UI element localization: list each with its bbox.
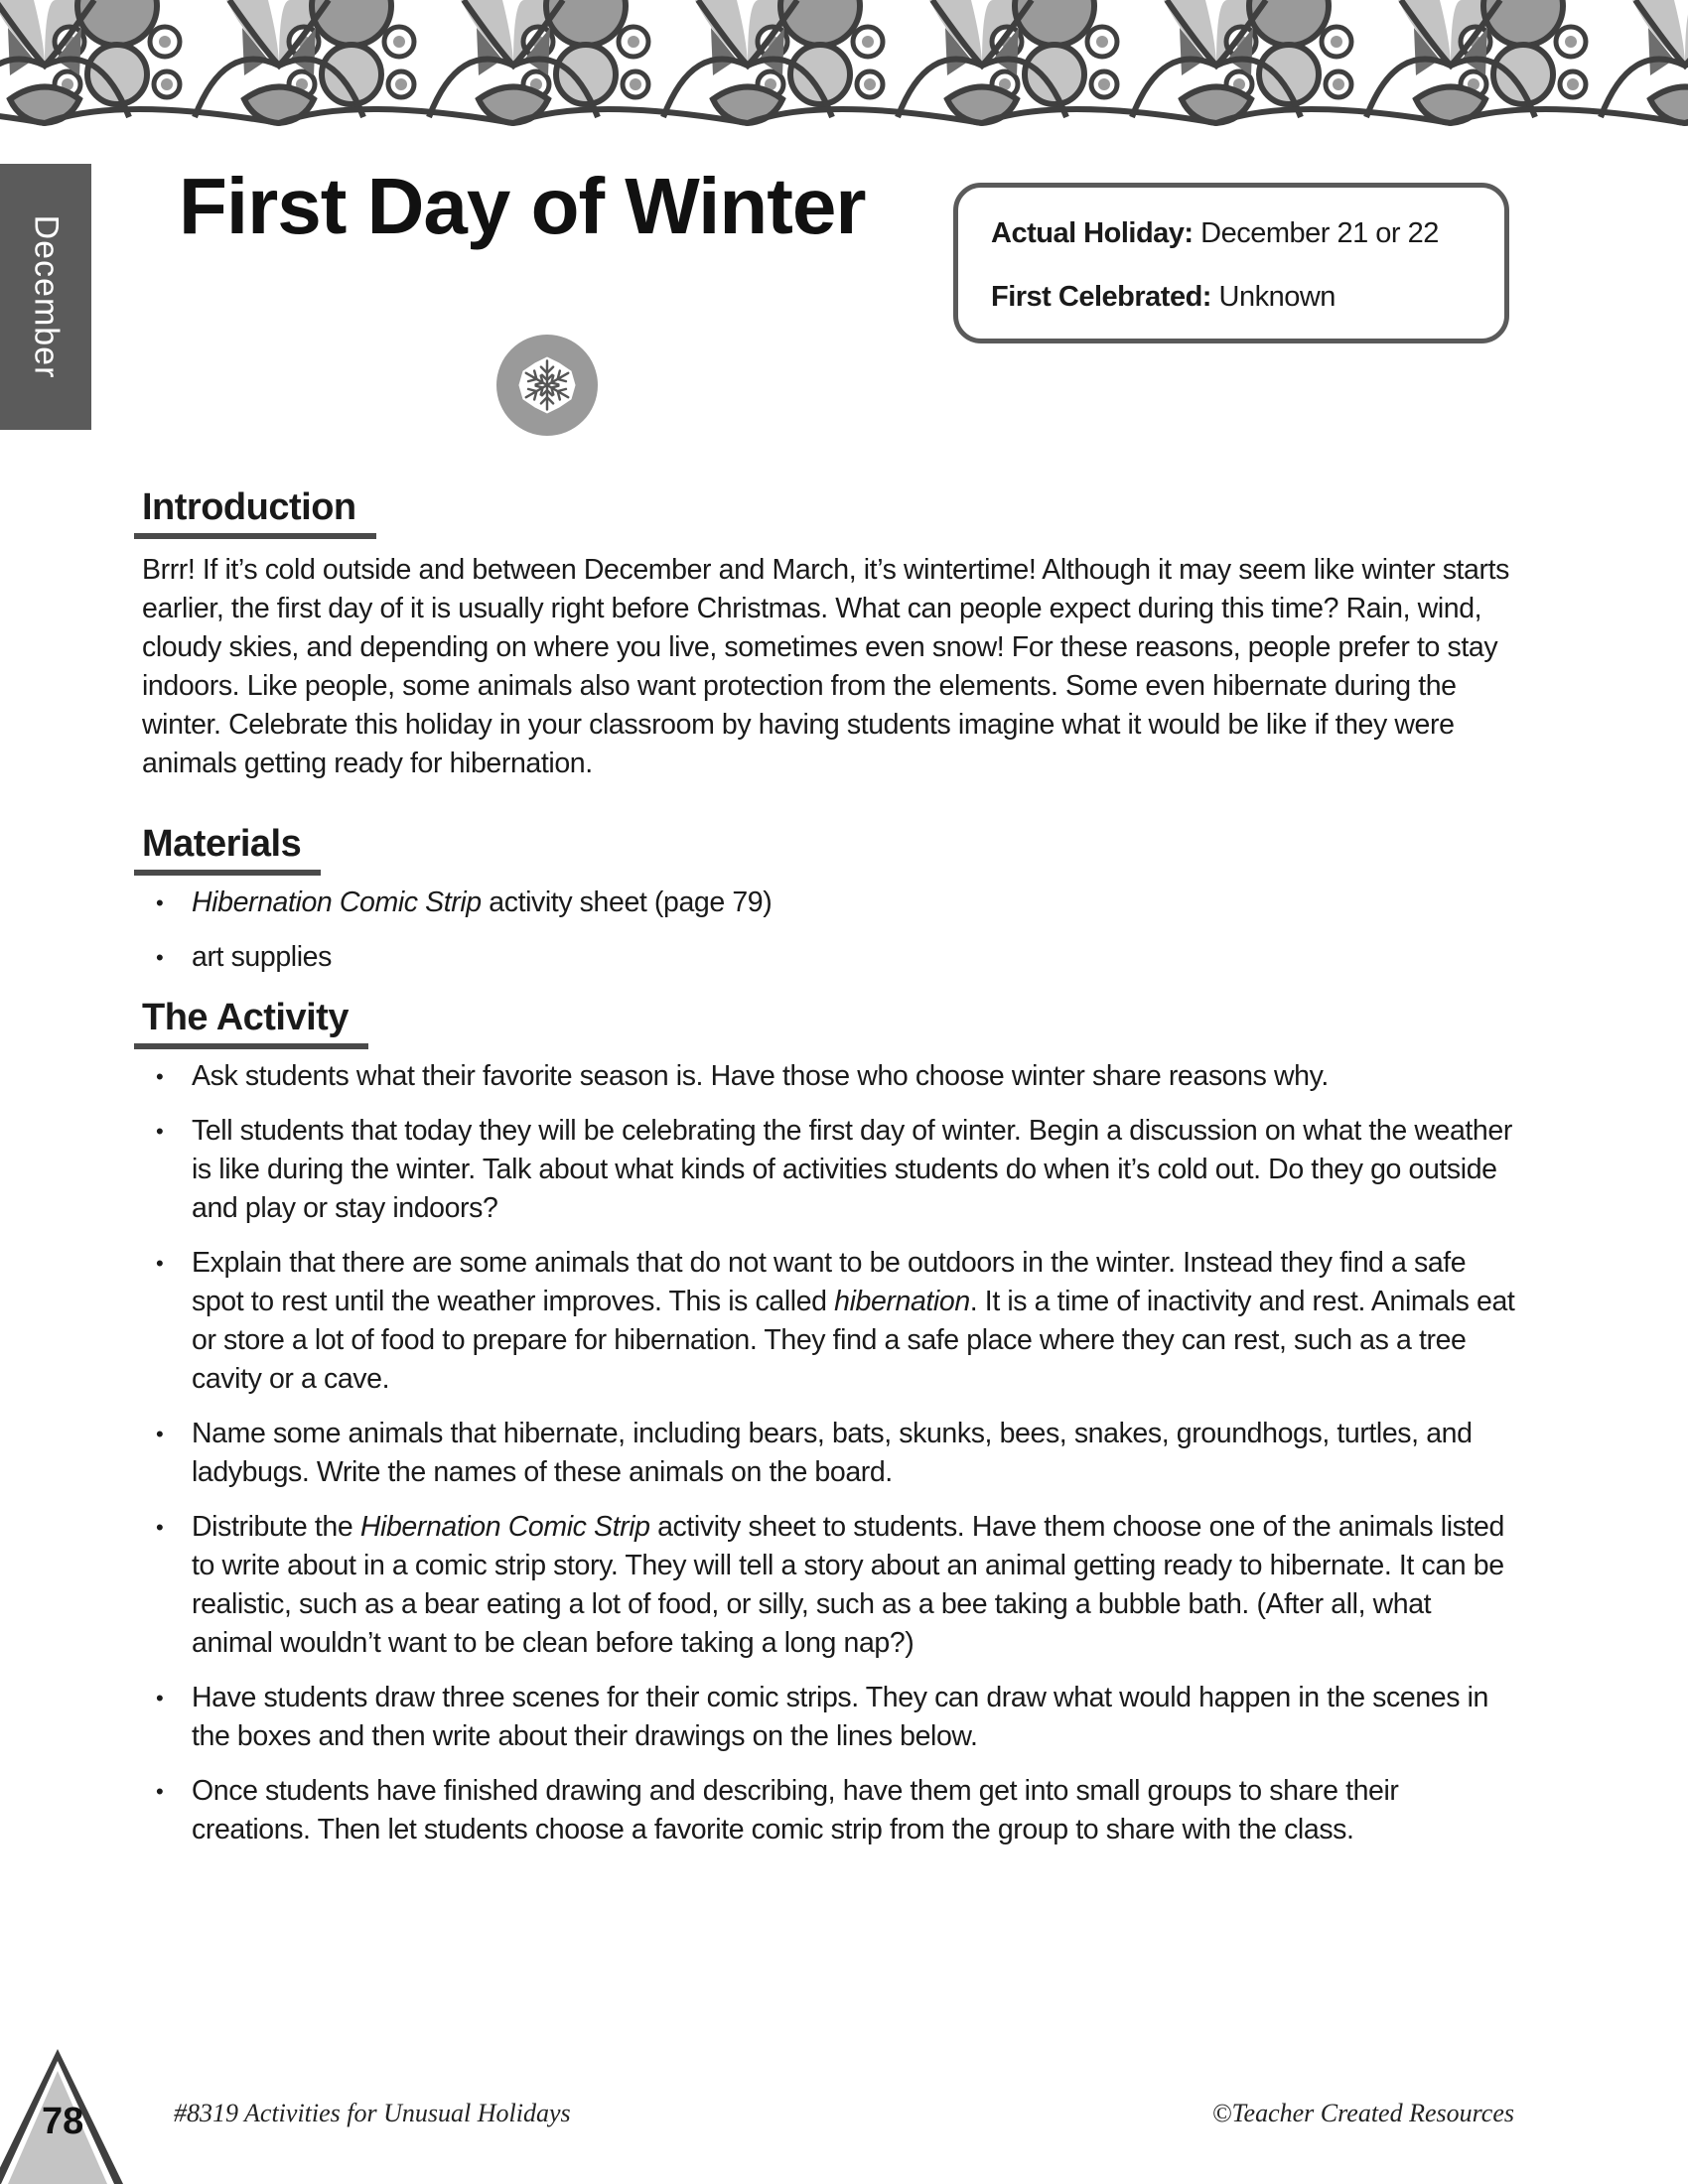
activity-step-text: Have students draw three scenes for thei… [192,1682,1488,1752]
activity-step-text: Once students have finished drawing and … [192,1775,1399,1845]
activity-section: The Activity Ask students what their fav… [134,997,1517,1849]
materials-item-text: art supplies [192,941,332,973]
first-celebrated-line: First Celebrated: Unknown [991,281,1336,314]
main-content: Introduction Brrr! If it’s cold outside … [133,486,1517,1865]
book-title: #8319 Activities for Unusual Holidays [174,2099,571,2127]
materials-heading: Materials [133,823,322,876]
activity-step: Name some animals that hibernate, includ… [142,1415,1517,1492]
introduction-text: Brrr! If it’s cold outside and between D… [142,554,1509,779]
activity-step: Ask students what their favorite season … [142,1057,1517,1096]
introduction-section: Introduction Brrr! If it’s cold outside … [134,486,1517,783]
introduction-heading: Introduction [134,486,376,539]
holiday-info-box: Actual Holiday: December 21 or 22 First … [953,183,1509,343]
month-tab: December [0,164,91,430]
decorative-border [0,0,1688,127]
materials-item-title: Hibernation Comic Strip [192,887,482,918]
copyright: ©Teacher Created Resources [1211,2099,1514,2127]
activity-step-text: Distribute the [192,1511,360,1543]
page-title: First Day of Winter [179,162,866,250]
actual-holiday-value: December 21 or 22 [1200,217,1439,249]
first-celebrated-value: Unknown [1218,281,1336,313]
activity-step-text: Name some animals that hibernate, includ… [192,1418,1473,1488]
activity-step: Explain that there are some animals that… [142,1244,1517,1399]
activity-step: Tell students that today they will be ce… [142,1112,1517,1228]
activity-list: Ask students what their favorite season … [142,1057,1517,1849]
materials-item: Hibernation Comic Strip activity sheet (… [142,884,1517,922]
activity-heading: The Activity [134,997,368,1049]
page-number: 78 [42,2101,84,2142]
materials-section: Materials Hibernation Comic Strip activi… [133,823,1517,977]
activity-step: Distribute the Hibernation Comic Strip a… [142,1508,1517,1663]
activity-step: Once students have finished drawing and … [142,1772,1517,1849]
materials-list: Hibernation Comic Strip activity sheet (… [142,884,1517,977]
activity-step-text: Tell students that today they will be ce… [192,1115,1512,1224]
activity-step: Have students draw three scenes for thei… [142,1679,1517,1756]
activity-step-text: Ask students what their favorite season … [192,1060,1329,1092]
snowflake-icon [496,335,598,436]
activity-step-emphasis: Hibernation Comic Strip [359,1511,650,1543]
month-tab-label: December [27,214,66,379]
materials-item: art supplies [142,938,1517,977]
activity-step-emphasis: hibernation [834,1286,970,1317]
first-celebrated-label: First Celebrated: [991,281,1211,313]
actual-holiday-line: Actual Holiday: December 21 or 22 [991,217,1439,250]
actual-holiday-label: Actual Holiday: [991,217,1194,249]
materials-item-text: activity sheet (page 79) [481,887,773,918]
